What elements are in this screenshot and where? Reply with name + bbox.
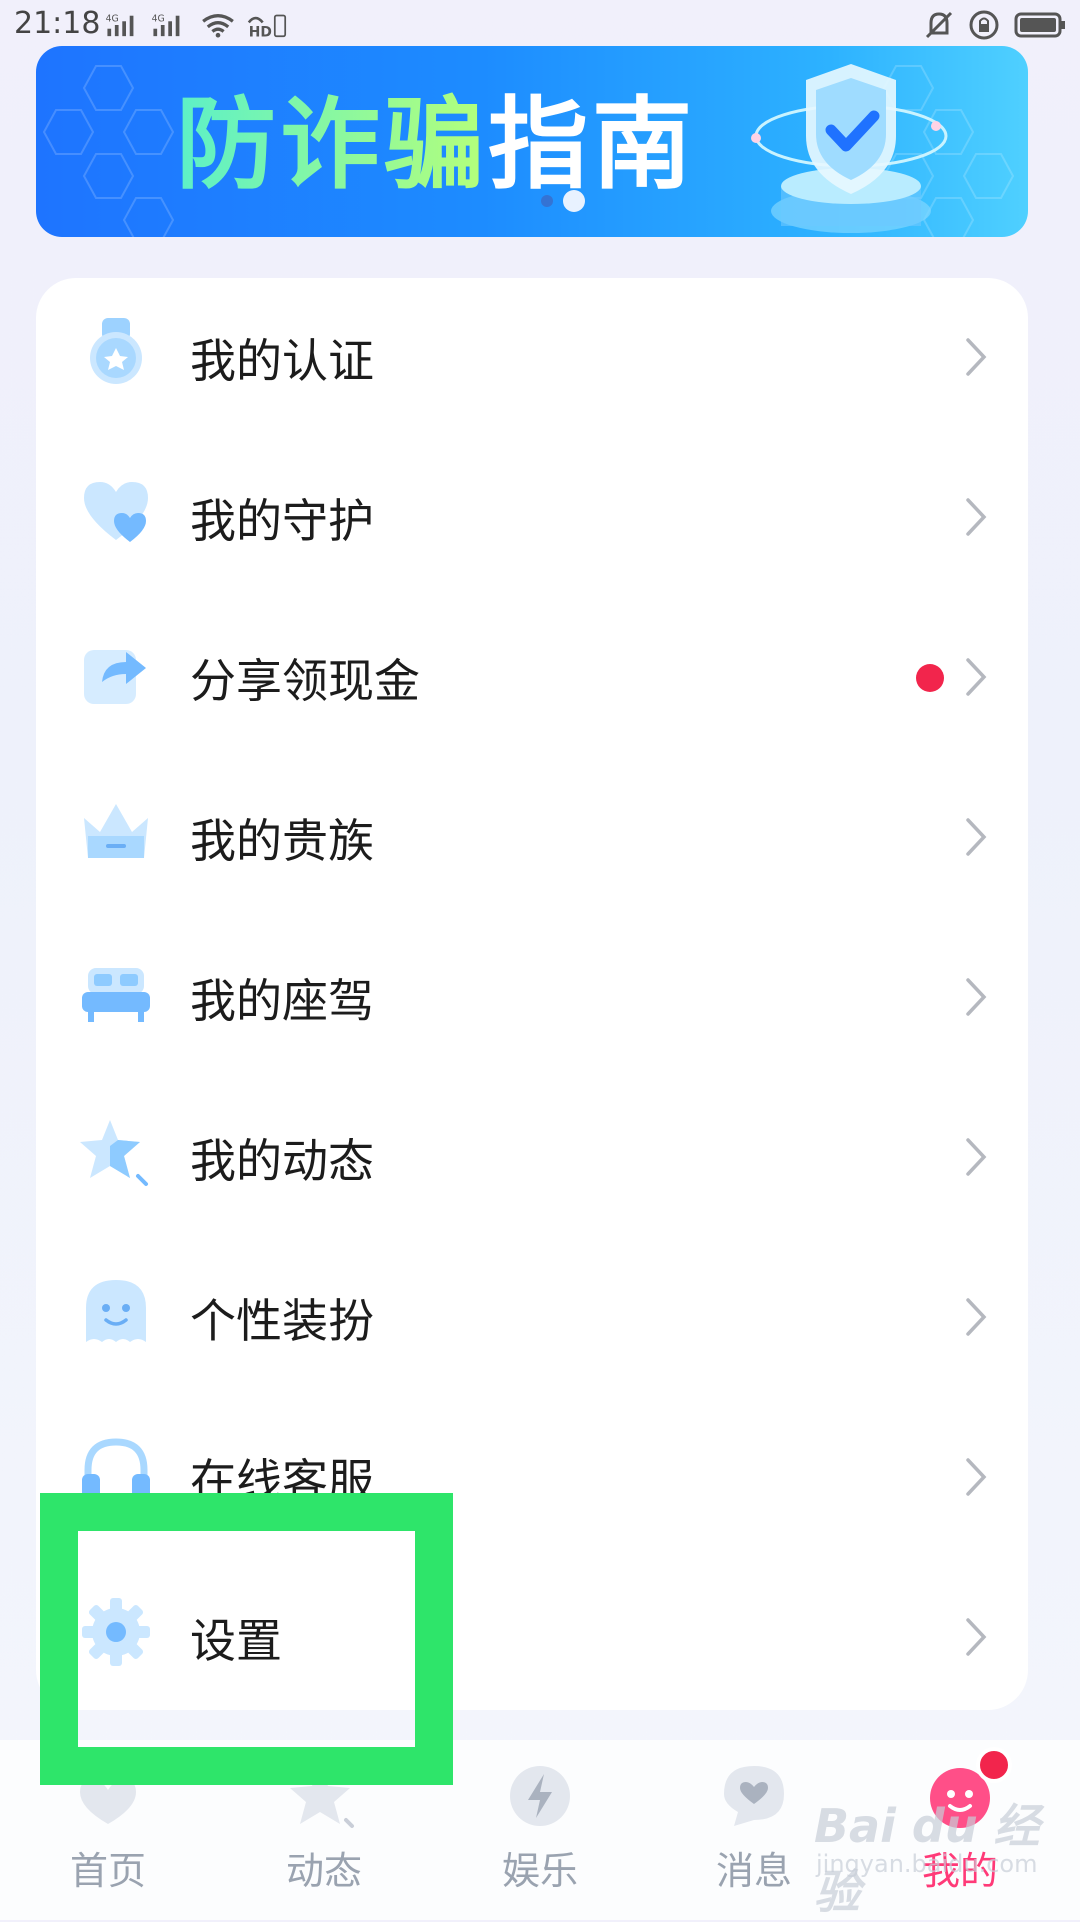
- menu-item-guard[interactable]: 我的守护: [36, 438, 1028, 598]
- settings-highlight-box: [40, 1493, 453, 1785]
- banner-title-highlight: 防诈骗: [176, 86, 488, 203]
- svg-text:4G: 4G: [106, 13, 119, 24]
- menu-item-label: 分享领现金: [190, 654, 420, 708]
- menu-item-label: 我的贵族: [190, 814, 374, 868]
- status-time: 21:18: [14, 6, 101, 41]
- profile-notification-badge: [976, 1747, 1012, 1783]
- shield-check-icon: [751, 64, 948, 233]
- notification-badge: [916, 664, 944, 692]
- vehicle-icon: [82, 968, 150, 1022]
- chevron-right-icon: [966, 338, 987, 376]
- anti-fraud-banner[interactable]: 防诈骗指南: [36, 46, 1028, 237]
- menu-item-vehicle[interactable]: 我的座驾: [36, 918, 1028, 1078]
- status-right-group: [924, 8, 1066, 42]
- chevron-right-icon: [966, 1618, 987, 1656]
- bell-muted-icon: [925, 11, 953, 39]
- tab-entertainment[interactable]: 娱乐: [450, 1740, 630, 1920]
- svg-text:HD: HD: [249, 24, 272, 38]
- tab-label: 动态: [285, 1849, 362, 1893]
- menu-item-certification[interactable]: 我的认证: [36, 278, 1028, 438]
- svg-text:4G: 4G: [152, 13, 165, 24]
- pagination-dot[interactable]: [541, 195, 553, 207]
- menu-item-label: 我的座驾: [190, 974, 374, 1028]
- watermark-url: jingyan.baidu.com: [816, 1850, 1038, 1878]
- banner-title: 防诈骗指南: [176, 90, 696, 200]
- menu-item-customization[interactable]: 个性装扮: [36, 1238, 1028, 1398]
- tab-label: 首页: [69, 1849, 146, 1893]
- chevron-right-icon: [966, 498, 987, 536]
- menu-item-label: 我的守护: [190, 494, 374, 548]
- menu-item-nobility[interactable]: 我的贵族: [36, 758, 1028, 918]
- lightning-icon: [510, 1766, 570, 1826]
- menu-item-label: 我的动态: [190, 1134, 374, 1188]
- chevron-right-icon: [966, 1298, 987, 1336]
- hd-icon: HD: [247, 14, 287, 38]
- chevron-right-icon: [966, 1458, 987, 1496]
- crown-icon: [84, 804, 148, 858]
- star-icon: [80, 1120, 148, 1186]
- certification-icon: [90, 318, 142, 384]
- signal-4g-2-icon: 4G: [152, 13, 180, 37]
- status-bar: 21:18 4G 4G HD: [0, 0, 1080, 50]
- menu-item-label: 个性装扮: [190, 1294, 374, 1348]
- wifi-icon: [202, 14, 234, 38]
- banner-title-main: 指南: [488, 86, 696, 203]
- ghost-icon: [86, 1280, 146, 1342]
- menu-item-label: 我的认证: [190, 334, 374, 388]
- message-icon: [724, 1766, 784, 1826]
- tab-label: 娱乐: [501, 1849, 578, 1893]
- chevron-right-icon: [966, 818, 987, 856]
- pagination-dot-active[interactable]: [563, 190, 585, 212]
- chevron-right-icon: [966, 978, 987, 1016]
- heart-icon: [84, 482, 148, 542]
- menu-item-posts[interactable]: 我的动态: [36, 1078, 1028, 1238]
- battery-icon: [1014, 12, 1065, 38]
- signal-4g-icon: 4G: [106, 13, 134, 37]
- share-icon: [84, 650, 146, 704]
- banner-pagination: [541, 190, 585, 212]
- chevron-right-icon: [966, 1138, 987, 1176]
- menu-item-share-cash[interactable]: 分享领现金: [36, 598, 1028, 758]
- chevron-right-icon: [966, 658, 987, 696]
- rotation-lock-icon: [969, 10, 999, 40]
